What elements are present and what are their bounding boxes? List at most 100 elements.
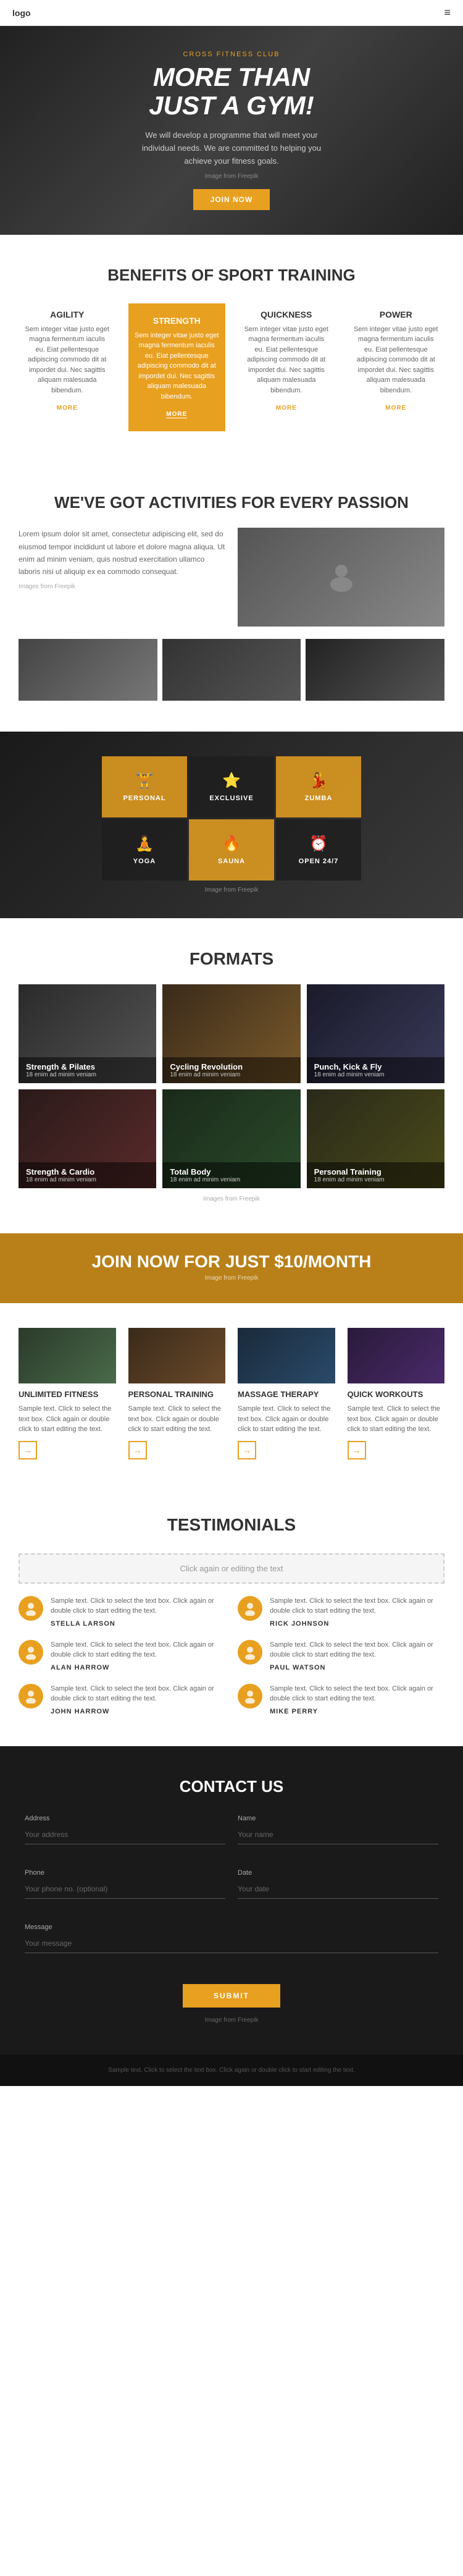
testimonial-mike-name: MIKE PERRY — [270, 1708, 444, 1715]
testimonial-alan-name: ALAN HARROW — [51, 1664, 225, 1671]
testimonial-paul-avatar — [238, 1640, 262, 1665]
phone-input[interactable] — [25, 1880, 225, 1899]
format-total-body-name: Total Body — [170, 1167, 293, 1176]
testimonial-rick: Sample text. Click to select the text bo… — [238, 1596, 444, 1628]
class-open247-icon: ⏰ — [285, 835, 352, 853]
testimonial-paul-content: Sample text. Click to select the text bo… — [270, 1640, 444, 1671]
testimonial-alan-avatar — [19, 1640, 43, 1665]
format-total-body[interactable]: Total Body 18 enim ad minim veniam — [162, 1089, 300, 1188]
class-sauna-label: SAUNA — [198, 858, 265, 865]
testimonial-rick-text: Sample text. Click to select the text bo… — [270, 1596, 444, 1616]
date-input[interactable] — [238, 1880, 438, 1899]
class-open247[interactable]: ⏰ OPEN 24/7 — [276, 819, 361, 880]
services-section: Unlimited Fitness Sample text. Click to … — [0, 1303, 463, 1484]
services-grid: Unlimited Fitness Sample text. Click to … — [19, 1328, 444, 1459]
testimonial-stella: Sample text. Click to select the text bo… — [19, 1596, 225, 1628]
format-cycling[interactable]: Cycling Revolution 18 enim ad minim veni… — [162, 984, 300, 1083]
hamburger-menu-icon[interactable]: ≡ — [444, 6, 451, 19]
benefits-grid: Agility Sem integer vitae justo eget mag… — [19, 303, 444, 432]
classes-grid: 🏋 PERSONAL ⭐ EXCLUSIVE 💃 ZUMBA 🧘 YOGA 🔥 … — [102, 756, 361, 880]
avatar-icon — [243, 1645, 257, 1660]
testimonials-grid: Sample text. Click to select the text bo… — [19, 1596, 444, 1715]
class-personal-icon: 🏋 — [111, 772, 178, 790]
classes-section: 🏋 PERSONAL ⭐ EXCLUSIVE 💃 ZUMBA 🧘 YOGA 🔥 … — [0, 732, 463, 918]
join-title: Join now for just $10/month — [19, 1252, 444, 1272]
benefits-section: Benefits of sport training Agility Sem i… — [0, 235, 463, 463]
hero-section: CROSS FITNESS CLUB More Than Just A Gym!… — [0, 26, 463, 235]
benefit-quickness-text: Sem integer vitae justo eget magna ferme… — [244, 324, 329, 396]
address-input[interactable] — [25, 1825, 225, 1844]
service-quick-workouts-text: Sample text. Click to select the text bo… — [348, 1404, 445, 1435]
service-quick-workouts-title: Quick Workouts — [348, 1390, 445, 1399]
activity-thumb-2 — [162, 639, 301, 701]
message-input[interactable] — [25, 1934, 438, 1953]
service-massage-therapy-text: Sample text. Click to select the text bo… — [238, 1404, 335, 1435]
service-quick-workouts-arrow[interactable]: → — [348, 1441, 366, 1459]
class-yoga-label: YOGA — [111, 858, 178, 865]
format-personal-training[interactable]: Personal Training 18 enim ad minim venia… — [307, 1089, 444, 1188]
class-personal-label: PERSONAL — [111, 795, 178, 802]
format-punch-meta: 18 enim ad minim veniam — [314, 1071, 437, 1078]
message-label: Message — [25, 1924, 438, 1931]
format-strength-cardio[interactable]: Strength & Cardio 18 enim ad minim venia… — [19, 1089, 156, 1188]
service-unlimited-fitness-image — [19, 1328, 116, 1383]
activities-credit: Images from Freepik — [19, 583, 225, 590]
service-personal-training-image — [128, 1328, 226, 1383]
testimonial-stella-name: STELLA LARSON — [51, 1620, 225, 1628]
click-again-text-placeholder[interactable]: Click again or editing the text — [19, 1553, 444, 1584]
benefits-title: Benefits of sport training — [19, 266, 444, 285]
date-field: Date — [238, 1869, 438, 1899]
benefit-power: Power Sem integer vitae justo eget magna… — [348, 303, 445, 432]
benefit-agility: Agility Sem integer vitae justo eget mag… — [19, 303, 116, 432]
class-personal[interactable]: 🏋 PERSONAL — [102, 756, 187, 817]
contact-credit: Image from Freepik — [25, 2017, 438, 2024]
benefit-strength-text: Sem integer vitae justo eget magna ferme… — [135, 331, 220, 402]
service-massage-therapy: Massage Therapy Sample text. Click to se… — [238, 1328, 335, 1459]
testimonial-rick-content: Sample text. Click to select the text bo… — [270, 1596, 444, 1628]
testimonial-john-text: Sample text. Click to select the text bo… — [51, 1684, 225, 1704]
class-exclusive-label: EXCLUSIVE — [198, 795, 265, 802]
footer: Sample text. Click to select the text bo… — [0, 2054, 463, 2086]
testimonial-john: Sample text. Click to select the text bo… — [19, 1684, 225, 1715]
class-sauna[interactable]: 🔥 SAUNA — [189, 819, 274, 880]
activity-thumb-1 — [19, 639, 157, 701]
activities-section: We've got activities for every passion L… — [0, 462, 463, 732]
service-unlimited-fitness-arrow[interactable]: → — [19, 1441, 37, 1459]
service-massage-therapy-arrow[interactable]: → — [238, 1441, 256, 1459]
testimonial-john-avatar — [19, 1684, 43, 1708]
format-strength-pilates[interactable]: Strength & Pilates 18 enim ad minim veni… — [19, 984, 156, 1083]
address-label: Address — [25, 1815, 225, 1822]
format-strength-cardio-meta: 18 enim ad minim veniam — [26, 1176, 149, 1183]
navbar: logo ≡ — [0, 0, 463, 26]
benefit-agility-more[interactable]: MORE — [57, 405, 78, 412]
class-zumba[interactable]: 💃 ZUMBA — [276, 756, 361, 817]
benefit-strength-more[interactable]: MORE — [166, 411, 187, 418]
hero-title: More Than Just A Gym! — [133, 63, 330, 120]
service-quick-workouts-image — [348, 1328, 445, 1383]
benefit-power-more[interactable]: MORE — [385, 405, 406, 412]
contact-section: Contact Us Address Name Phone Date Messa… — [0, 1746, 463, 2054]
name-input[interactable] — [238, 1825, 438, 1844]
testimonial-stella-content: Sample text. Click to select the text bo… — [51, 1596, 225, 1628]
class-exclusive[interactable]: ⭐ EXCLUSIVE — [189, 756, 274, 817]
benefit-quickness-more[interactable]: MORE — [276, 405, 297, 412]
hero-subtitle: CROSS FITNESS CLUB — [133, 51, 330, 58]
avatar-icon — [243, 1601, 257, 1616]
format-punch[interactable]: Punch, Kick & Fly 18 enim ad minim venia… — [307, 984, 444, 1083]
join-now-button[interactable]: JOIN NOW — [193, 189, 270, 210]
activities-main-image — [238, 528, 444, 627]
activities-text-col: Lorem ipsum dolor sit amet, consectetur … — [19, 528, 225, 627]
hero-image-credit: Image from Freepik — [133, 173, 330, 180]
service-personal-training-arrow[interactable]: → — [128, 1441, 147, 1459]
logo: logo — [12, 8, 31, 18]
classes-credit: Image from Freepik — [0, 887, 463, 893]
class-yoga[interactable]: 🧘 YOGA — [102, 819, 187, 880]
message-field: Message — [25, 1924, 438, 1953]
activities-image-placeholder-icon — [323, 559, 360, 596]
service-massage-therapy-title: Massage Therapy — [238, 1390, 335, 1399]
contact-submit-button[interactable]: SUBMIT — [183, 1984, 280, 2008]
format-personal-training-meta: 18 enim ad minim veniam — [314, 1176, 437, 1183]
format-cycling-meta: 18 enim ad minim veniam — [170, 1071, 293, 1078]
class-exclusive-icon: ⭐ — [198, 772, 265, 790]
join-banner-section: Join now for just $10/month Image from F… — [0, 1233, 463, 1303]
